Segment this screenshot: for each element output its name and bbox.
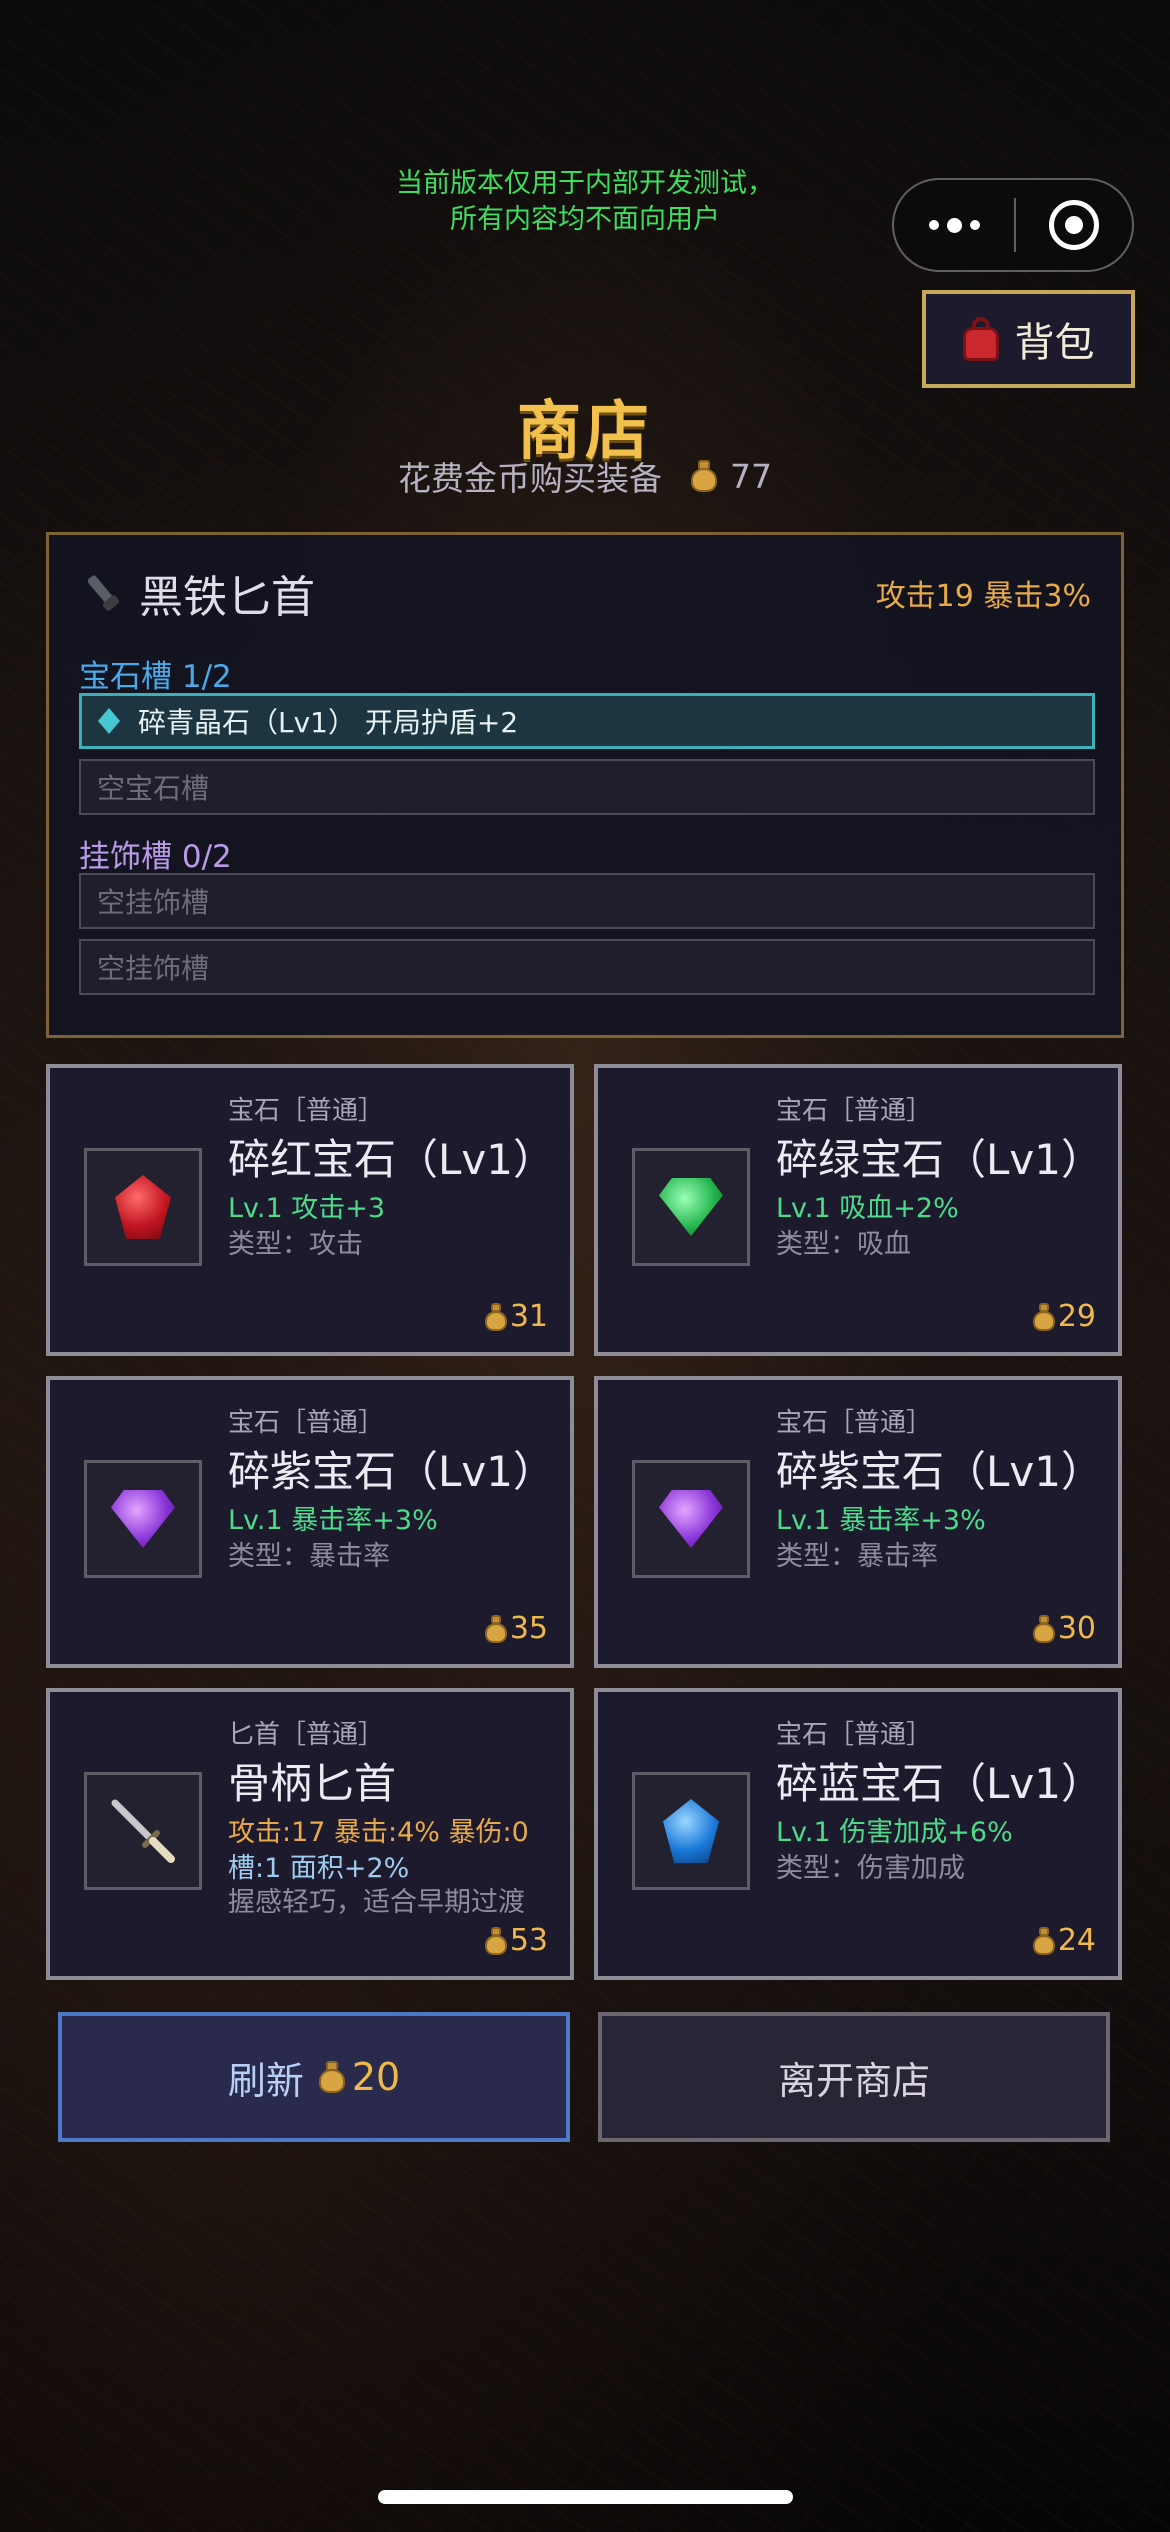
item-price-value: 29 — [1057, 1299, 1096, 1334]
money-bag-icon — [690, 460, 718, 492]
green-gem-icon — [659, 1178, 723, 1236]
gem-slot-2-text: 空宝石槽 — [97, 772, 210, 805]
item-type: 类型：伤害加成 — [776, 1853, 965, 1884]
item-price: 53 — [484, 1923, 548, 1958]
item-icon-frame — [632, 1460, 750, 1578]
shop-item-card[interactable]: 宝石［普通］ 碎红宝石（Lv1） Lv.1 攻击+3 类型：攻击 31 — [46, 1064, 574, 1356]
dev-notice-line-1: 当前版本仅用于内部开发测试， — [396, 168, 774, 199]
money-bag-icon — [484, 1614, 508, 1643]
item-price-value: 31 — [509, 1299, 548, 1334]
item-category: 宝石［普通］ — [776, 1096, 933, 1126]
refresh-button[interactable]: 刷新 20 — [58, 2012, 570, 2142]
ornament-slot-2-text: 空挂饰槽 — [97, 952, 210, 985]
shop-item-card[interactable]: 宝石［普通］ 碎蓝宝石（Lv1） Lv.1 伤害加成+6% 类型：伤害加成 24 — [594, 1688, 1122, 1980]
red-gem-icon — [115, 1175, 171, 1239]
item-price: 31 — [484, 1299, 548, 1334]
equipped-weapon-header: 黑铁匕首 攻击19 暴击3% — [79, 565, 1091, 623]
item-category: 宝石［普通］ — [228, 1408, 385, 1438]
item-type: 类型：暴击率 — [776, 1541, 938, 1572]
home-indicator[interactable] — [378, 2490, 793, 2504]
miniprogram-capsule — [892, 178, 1134, 272]
item-price-value: 24 — [1057, 1923, 1096, 1958]
item-icon-frame — [632, 1772, 750, 1890]
money-bag-icon — [484, 1302, 508, 1331]
dev-notice: 当前版本仅用于内部开发测试， 所有内容均不面向用户 — [340, 166, 830, 238]
item-effect: Lv.1 暴击率+3% — [228, 1505, 438, 1536]
close-miniprogram-icon[interactable] — [1016, 200, 1132, 250]
refresh-cost: 20 — [318, 2055, 400, 2099]
purple-gem-icon — [111, 1490, 175, 1548]
item-category: 宝石［普通］ — [776, 1720, 933, 1750]
item-effect: Lv.1 吸血+2% — [776, 1193, 959, 1224]
backpack-icon — [962, 317, 999, 361]
item-price-value: 35 — [509, 1611, 548, 1646]
item-effect: Lv.1 暴击率+3% — [776, 1505, 986, 1536]
item-category: 宝石［普通］ — [228, 1096, 385, 1126]
item-name: 碎红宝石（Lv1） — [228, 1135, 555, 1184]
bone-dagger-icon — [111, 1799, 175, 1863]
item-price: 35 — [484, 1611, 548, 1646]
shop-item-card[interactable]: 宝石［普通］ 碎紫宝石（Lv1） Lv.1 暴击率+3% 类型：暴击率 30 — [594, 1376, 1122, 1668]
gold-amount: 77 — [730, 456, 772, 496]
item-name: 碎紫宝石（Lv1） — [228, 1447, 555, 1496]
item-type: 类型：攻击 — [228, 1229, 363, 1260]
item-category: 宝石［普通］ — [776, 1408, 933, 1438]
item-effect: Lv.1 攻击+3 — [228, 1193, 386, 1224]
ornament-slots-label: 挂饰槽 0/2 — [79, 839, 232, 875]
leave-shop-label: 离开商店 — [777, 2058, 930, 2103]
shop-item-card[interactable]: 匕首［普通］ 骨柄匕首 攻击:17 暴击:4% 暴伤:0 槽:1 面积+2% 握… — [46, 1688, 574, 1980]
money-bag-icon — [1032, 1926, 1056, 1955]
money-bag-icon — [318, 2061, 346, 2093]
item-type: 类型：吸血 — [776, 1229, 911, 1260]
purple-gem-icon — [659, 1490, 723, 1548]
gem-slot-2[interactable]: 空宝石槽 — [79, 759, 1095, 815]
item-icon-frame — [84, 1460, 202, 1578]
item-name: 碎绿宝石（Lv1） — [776, 1135, 1103, 1184]
leave-shop-button[interactable]: 离开商店 — [598, 2012, 1110, 2142]
shop-item-card[interactable]: 宝石［普通］ 碎绿宝石（Lv1） Lv.1 吸血+2% 类型：吸血 29 — [594, 1064, 1122, 1356]
money-bag-icon — [1032, 1302, 1056, 1331]
item-name: 碎紫宝石（Lv1） — [776, 1447, 1103, 1496]
gold-balance: 77 — [690, 457, 772, 496]
refresh-label: 刷新 — [227, 2058, 304, 2103]
equipped-weapon-panel: 黑铁匕首 攻击19 暴击3% 宝石槽 1/2 碎青晶石（Lv1） 开局护盾+2 … — [46, 532, 1124, 1038]
item-name: 碎蓝宝石（Lv1） — [776, 1759, 1103, 1808]
gem-slot-1-text: 碎青晶石（Lv1） 开局护盾+2 — [138, 706, 519, 739]
item-name: 骨柄匕首 — [228, 1759, 397, 1808]
item-stats: 攻击:17 暴击:4% 暴伤:0 — [228, 1817, 529, 1848]
money-bag-icon — [484, 1926, 508, 1955]
item-type: 类型：暴击率 — [228, 1541, 390, 1572]
page-subtitle-row: 花费金币购买装备 77 — [0, 452, 1170, 500]
gem-slots-label: 宝石槽 1/2 — [79, 659, 232, 695]
ornament-slot-1-text: 空挂饰槽 — [97, 886, 210, 919]
item-description: 握感轻巧，适合早期过渡 — [228, 1887, 525, 1918]
item-price-value: 30 — [1057, 1611, 1096, 1646]
item-icon-frame — [84, 1772, 202, 1890]
more-menu-icon[interactable] — [894, 180, 1014, 270]
backpack-button[interactable]: 背包 — [922, 290, 1135, 388]
blue-gem-icon — [663, 1799, 719, 1863]
item-price: 24 — [1032, 1923, 1096, 1958]
backpack-label: 背包 — [1014, 320, 1095, 366]
item-price: 30 — [1032, 1611, 1096, 1646]
dev-notice-line-2: 所有内容均不面向用户 — [450, 204, 720, 235]
cyan-crystal-icon — [98, 708, 120, 734]
dagger-icon — [79, 570, 125, 616]
gem-slot-1[interactable]: 碎青晶石（Lv1） 开局护盾+2 — [79, 693, 1095, 749]
equipped-weapon-stats: 攻击19 暴击3% — [875, 579, 1091, 614]
money-bag-icon — [1032, 1614, 1056, 1643]
equipped-weapon-name: 黑铁匕首 — [139, 572, 315, 623]
item-icon-frame — [632, 1148, 750, 1266]
item-effect: Lv.1 伤害加成+6% — [776, 1817, 1013, 1848]
ornament-slot-1[interactable]: 空挂饰槽 — [79, 873, 1095, 929]
item-price-value: 53 — [509, 1923, 548, 1958]
item-price: 29 — [1032, 1299, 1096, 1334]
page-subtitle: 花费金币购买装备 — [398, 459, 662, 498]
shop-item-card[interactable]: 宝石［普通］ 碎紫宝石（Lv1） Lv.1 暴击率+3% 类型：暴击率 35 — [46, 1376, 574, 1668]
refresh-cost-value: 20 — [351, 2055, 401, 2099]
item-icon-frame — [84, 1148, 202, 1266]
ornament-slot-2[interactable]: 空挂饰槽 — [79, 939, 1095, 995]
item-category: 匕首［普通］ — [228, 1720, 385, 1750]
